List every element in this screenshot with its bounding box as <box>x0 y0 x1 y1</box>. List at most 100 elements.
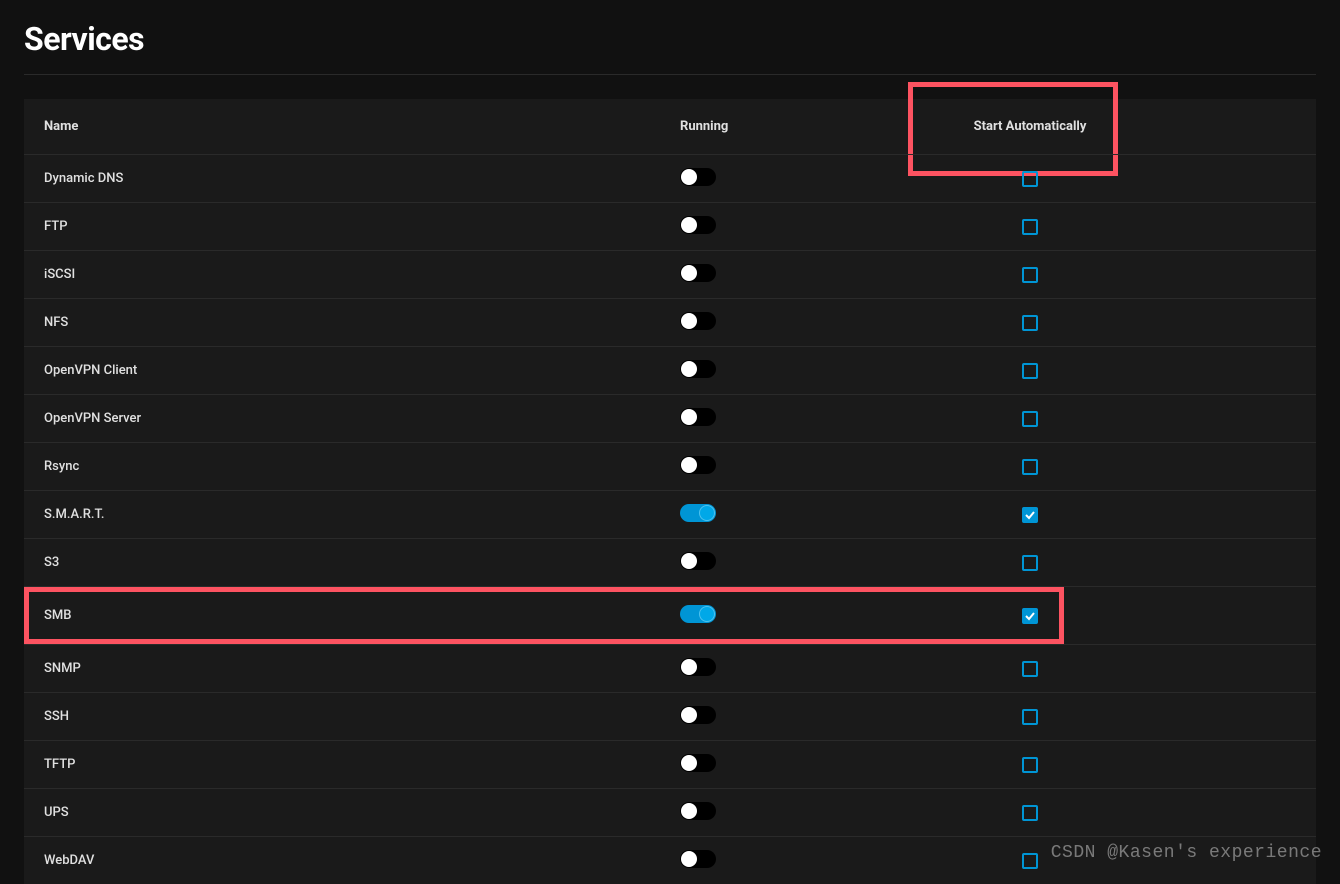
table-row: FTP <box>24 202 1316 250</box>
running-toggle[interactable] <box>680 360 716 378</box>
table-row: S.M.A.R.T. <box>24 490 1316 538</box>
service-name: Dynamic DNS <box>24 171 660 186</box>
running-cell <box>660 706 904 728</box>
running-toggle[interactable] <box>680 504 716 522</box>
table-row: OpenVPN Server <box>24 394 1316 442</box>
service-name: S3 <box>24 555 660 570</box>
start-auto-checkbox[interactable] <box>1022 661 1038 677</box>
page-title: Services <box>0 0 1340 74</box>
start-auto-cell <box>904 805 1156 821</box>
start-auto-checkbox[interactable] <box>1022 805 1038 821</box>
start-auto-cell <box>904 315 1156 331</box>
table-row: Rsync <box>24 442 1316 490</box>
start-auto-checkbox[interactable] <box>1022 411 1038 427</box>
table-row: iSCSI <box>24 250 1316 298</box>
toggle-knob <box>681 707 697 723</box>
toggle-knob <box>681 659 697 675</box>
running-toggle[interactable] <box>680 605 716 623</box>
running-cell <box>660 754 904 776</box>
services-table: Name Running Start Automatically Dynamic… <box>24 99 1316 884</box>
service-name: WebDAV <box>24 853 660 868</box>
column-header-start-auto[interactable]: Start Automatically <box>904 99 1156 154</box>
start-auto-cell <box>904 661 1156 677</box>
start-auto-checkbox[interactable] <box>1022 757 1038 773</box>
start-auto-checkbox[interactable] <box>1022 171 1038 187</box>
table-row: UPS <box>24 788 1316 836</box>
check-icon <box>1024 610 1036 622</box>
service-name: Rsync <box>24 459 660 474</box>
toggle-knob <box>681 169 697 185</box>
watermark: CSDN @Kasen's experience <box>1051 843 1322 863</box>
service-name: TFTP <box>24 757 660 772</box>
check-icon <box>1024 509 1036 521</box>
running-cell <box>660 168 904 190</box>
start-auto-checkbox[interactable] <box>1022 219 1038 235</box>
toggle-knob <box>681 361 697 377</box>
table-row: SNMP <box>24 644 1316 692</box>
start-auto-checkbox[interactable] <box>1022 507 1038 523</box>
running-toggle[interactable] <box>680 850 716 868</box>
running-cell <box>660 408 904 430</box>
title-divider <box>24 74 1316 75</box>
column-header-name[interactable]: Name <box>24 99 660 154</box>
table-body: Dynamic DNS FTP iSCSI NFSOpenVPN ClientOpen… <box>24 154 1316 884</box>
service-name: UPS <box>24 805 660 820</box>
running-cell <box>660 216 904 238</box>
start-auto-checkbox[interactable] <box>1022 315 1038 331</box>
running-toggle[interactable] <box>680 264 716 282</box>
start-auto-checkbox[interactable] <box>1022 267 1038 283</box>
running-cell <box>660 312 904 334</box>
start-auto-cell <box>904 459 1156 475</box>
running-toggle[interactable] <box>680 754 716 772</box>
running-toggle[interactable] <box>680 168 716 186</box>
table-row: Dynamic DNS <box>24 154 1316 202</box>
toggle-knob <box>681 553 697 569</box>
start-auto-cell <box>904 411 1156 427</box>
service-name: iSCSI <box>24 267 660 282</box>
table-row: OpenVPN Client <box>24 346 1316 394</box>
start-auto-cell <box>904 171 1156 187</box>
toggle-knob <box>681 803 697 819</box>
running-toggle[interactable] <box>680 802 716 820</box>
table-row: NFS <box>24 298 1316 346</box>
start-auto-cell <box>904 608 1156 624</box>
running-toggle[interactable] <box>680 658 716 676</box>
table-row: TFTP <box>24 740 1316 788</box>
toggle-knob <box>681 217 697 233</box>
service-name: SMB <box>24 608 660 623</box>
column-header-running[interactable]: Running <box>660 99 904 154</box>
running-cell <box>660 360 904 382</box>
toggle-knob <box>699 606 715 622</box>
toggle-knob <box>681 313 697 329</box>
service-name: SNMP <box>24 661 660 676</box>
start-auto-cell <box>904 267 1156 283</box>
start-auto-checkbox[interactable] <box>1022 709 1038 725</box>
running-cell <box>660 802 904 824</box>
running-cell <box>660 552 904 574</box>
service-name: FTP <box>24 219 660 234</box>
table-header: Name Running Start Automatically <box>24 99 1316 154</box>
start-auto-cell <box>904 709 1156 725</box>
running-toggle[interactable] <box>680 552 716 570</box>
start-auto-cell <box>904 555 1156 571</box>
start-auto-checkbox[interactable] <box>1022 459 1038 475</box>
running-cell <box>660 658 904 680</box>
running-cell <box>660 456 904 478</box>
running-toggle[interactable] <box>680 216 716 234</box>
running-cell <box>660 264 904 286</box>
start-auto-cell <box>904 757 1156 773</box>
running-cell <box>660 850 904 872</box>
start-auto-checkbox[interactable] <box>1022 608 1038 624</box>
table-row: SSH <box>24 692 1316 740</box>
start-auto-cell <box>904 507 1156 523</box>
start-auto-checkbox[interactable] <box>1022 363 1038 379</box>
running-toggle[interactable] <box>680 456 716 474</box>
start-auto-checkbox[interactable] <box>1022 853 1038 869</box>
service-name: SSH <box>24 709 660 724</box>
toggle-knob <box>681 409 697 425</box>
running-toggle[interactable] <box>680 312 716 330</box>
service-name: S.M.A.R.T. <box>24 507 660 522</box>
start-auto-checkbox[interactable] <box>1022 555 1038 571</box>
running-toggle[interactable] <box>680 706 716 724</box>
running-toggle[interactable] <box>680 408 716 426</box>
